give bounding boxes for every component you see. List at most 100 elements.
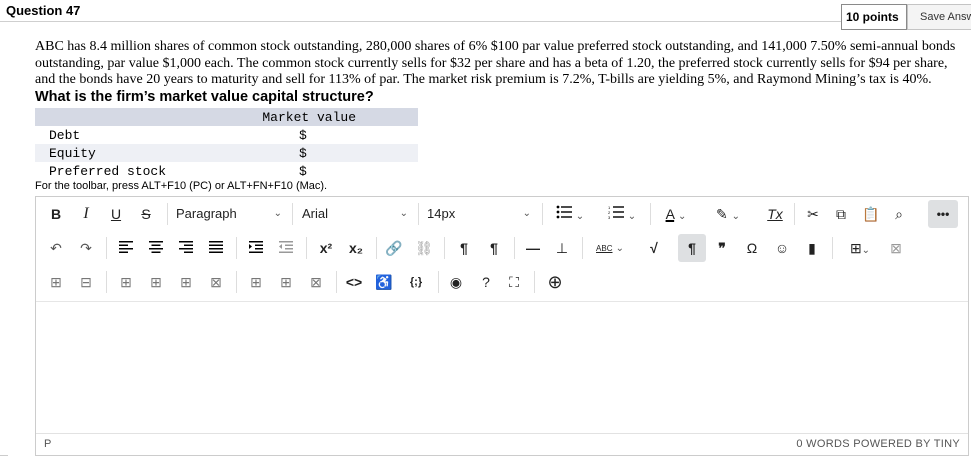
market-value-table: Market value Debt $ Equity $ Preferred s… bbox=[35, 108, 418, 180]
preview-button[interactable]: ◉ bbox=[444, 268, 468, 296]
table-row-icon: ⊟ bbox=[80, 274, 92, 290]
numbered-list-button[interactable]: 123 ⌄ bbox=[602, 200, 642, 228]
word-count-value[interactable]: 0 WORDS bbox=[796, 438, 849, 450]
page-divider bbox=[0, 455, 8, 456]
align-center-button[interactable] bbox=[144, 234, 168, 262]
bookmark-button[interactable]: ▮ bbox=[800, 234, 824, 262]
row-label-preferred: Preferred stock bbox=[49, 163, 167, 179]
delete-row-icon: ⊞ bbox=[180, 274, 192, 290]
table-row-props-button[interactable]: ⊟ bbox=[74, 268, 98, 296]
strikethrough-button[interactable]: S bbox=[134, 200, 158, 228]
undo-button[interactable]: ↶ bbox=[44, 234, 68, 262]
font-size-value: 14px bbox=[427, 206, 456, 221]
svg-text:3: 3 bbox=[608, 215, 611, 219]
code-sample-button[interactable]: {;} bbox=[402, 268, 430, 296]
align-left-button[interactable] bbox=[114, 234, 138, 262]
editor-statusbar: P 0 WORDS POWERED BY TINY bbox=[36, 433, 968, 455]
word-count: 0 WORDS POWERED BY TINY bbox=[796, 438, 960, 450]
bold-button[interactable]: B bbox=[44, 200, 68, 228]
math-button[interactable]: √ bbox=[642, 234, 666, 262]
row-value-equity: $ bbox=[265, 144, 418, 162]
question-title: Question 47 bbox=[6, 3, 81, 18]
numbered-list-icon: 123 bbox=[608, 205, 624, 220]
link-button[interactable]: 🔗 bbox=[382, 234, 406, 262]
unlink-button[interactable]: ⛓ bbox=[412, 234, 436, 262]
blockquote-button[interactable]: ❞ bbox=[710, 234, 734, 262]
align-left-icon bbox=[119, 241, 133, 253]
find-replace-button[interactable]: ⌕ bbox=[888, 200, 910, 228]
chevron-down-icon: ⌄ bbox=[399, 208, 408, 219]
insert-col-before-button[interactable]: ⊞ bbox=[244, 268, 268, 296]
spellcheck-button[interactable]: ABC ⌄ bbox=[588, 234, 632, 262]
text-color-button[interactable]: A ⌄ bbox=[656, 200, 696, 228]
superscript-button[interactable]: x² bbox=[314, 234, 338, 262]
row-label-equity: Equity bbox=[35, 144, 265, 162]
table-props-icon: ⊞ bbox=[50, 274, 62, 290]
ltr-button[interactable]: ¶ bbox=[452, 234, 476, 262]
source-code-button[interactable]: <> bbox=[342, 268, 366, 296]
insert-row-after-button[interactable]: ⊞ bbox=[144, 268, 168, 296]
table-button[interactable]: ⊞⌄ bbox=[840, 234, 880, 262]
emoji-button[interactable]: ☺ bbox=[770, 234, 794, 262]
font-family-dropdown[interactable]: Arial ⌄ bbox=[302, 200, 410, 228]
show-blocks-button[interactable]: ¶ bbox=[678, 234, 706, 262]
delete-table-button[interactable]: ⊠ bbox=[884, 234, 908, 262]
insert-anchor-button[interactable]: ⊥ bbox=[550, 234, 574, 262]
align-center-icon bbox=[149, 241, 163, 253]
table-props-button[interactable]: ⊞ bbox=[44, 268, 68, 296]
underline-button[interactable]: U bbox=[104, 200, 128, 228]
insert-col-after-button[interactable]: ⊞ bbox=[274, 268, 298, 296]
cut-button[interactable]: ✂ bbox=[802, 200, 824, 228]
insert-row-before-button[interactable]: ⊞ bbox=[114, 268, 138, 296]
delete-row-alt-button[interactable]: ⊠ bbox=[204, 268, 228, 296]
align-right-button[interactable] bbox=[174, 234, 198, 262]
add-content-button[interactable]: ⊕ bbox=[542, 268, 568, 296]
accessibility-checker-button[interactable]: ♿ bbox=[372, 268, 396, 296]
fullscreen-button[interactable]: ⛶ bbox=[502, 268, 526, 296]
chevron-down-icon: ⌄ bbox=[522, 208, 531, 219]
question-body: ABC has 8.4 million shares of common sto… bbox=[35, 39, 956, 87]
copy-icon: ⧉ bbox=[836, 206, 846, 222]
block-format-value: Paragraph bbox=[176, 206, 237, 221]
special-character-button[interactable]: Ω bbox=[740, 234, 764, 262]
horizontal-line-button[interactable]: — bbox=[522, 234, 544, 262]
bullet-list-button[interactable]: ⌄ bbox=[550, 200, 590, 228]
bullet-list-icon bbox=[556, 205, 572, 219]
redo-button[interactable]: ↷ bbox=[74, 234, 98, 262]
paste-button[interactable]: 📋 bbox=[860, 200, 882, 228]
save-answer-button[interactable]: Save Answer bbox=[907, 4, 971, 30]
font-size-dropdown[interactable]: 14px ⌄ bbox=[427, 200, 533, 228]
copy-button[interactable]: ⧉ bbox=[830, 200, 852, 228]
italic-button[interactable]: I bbox=[74, 200, 98, 228]
indent-button[interactable] bbox=[244, 234, 268, 262]
font-family-value: Arial bbox=[302, 206, 329, 221]
delete-row-alt-icon: ⊠ bbox=[210, 274, 222, 290]
delete-col-button[interactable]: ⊠ bbox=[304, 268, 328, 296]
element-path[interactable]: P bbox=[44, 438, 51, 450]
insert-row-before-icon: ⊞ bbox=[120, 274, 132, 290]
editor-content-area[interactable] bbox=[36, 302, 968, 433]
powered-by-link[interactable]: POWERED BY TINY bbox=[853, 438, 960, 450]
search-icon: ⌕ bbox=[895, 206, 903, 222]
toolbar-hint: For the toolbar, press ALT+F10 (PC) or A… bbox=[35, 180, 328, 192]
rtl-button[interactable]: ¶ bbox=[482, 234, 506, 262]
help-button[interactable]: ? bbox=[474, 268, 498, 296]
table-header: Market value bbox=[35, 108, 418, 126]
delete-table-icon: ⊠ bbox=[890, 240, 902, 256]
block-format-dropdown[interactable]: Paragraph ⌄ bbox=[176, 200, 284, 228]
insert-row-after-icon: ⊞ bbox=[150, 274, 162, 290]
indent-icon bbox=[249, 241, 263, 253]
clear-formatting-button[interactable]: Tx bbox=[762, 200, 788, 228]
subscript-button[interactable]: x₂ bbox=[344, 234, 368, 262]
delete-row-button[interactable]: ⊞ bbox=[174, 268, 198, 296]
justify-button[interactable] bbox=[204, 234, 228, 262]
row-value-debt: $ bbox=[299, 127, 307, 143]
highlighter-icon: ✎ bbox=[715, 206, 728, 222]
outdent-icon bbox=[279, 241, 293, 253]
more-tools-button[interactable]: ••• bbox=[928, 200, 958, 228]
table-row: Debt $ bbox=[35, 126, 418, 144]
outdent-button[interactable] bbox=[274, 234, 298, 262]
toolbar-row-3: ⊞ ⊟ ⊞ ⊞ ⊞ ⊠ ⊞ ⊞ ⊠ <> ♿ {;} ◉ ? ⛶ ⊕ bbox=[36, 265, 968, 299]
insert-col-before-icon: ⊞ bbox=[250, 274, 262, 290]
highlight-color-button[interactable]: ✎ ⌄ bbox=[706, 200, 750, 228]
